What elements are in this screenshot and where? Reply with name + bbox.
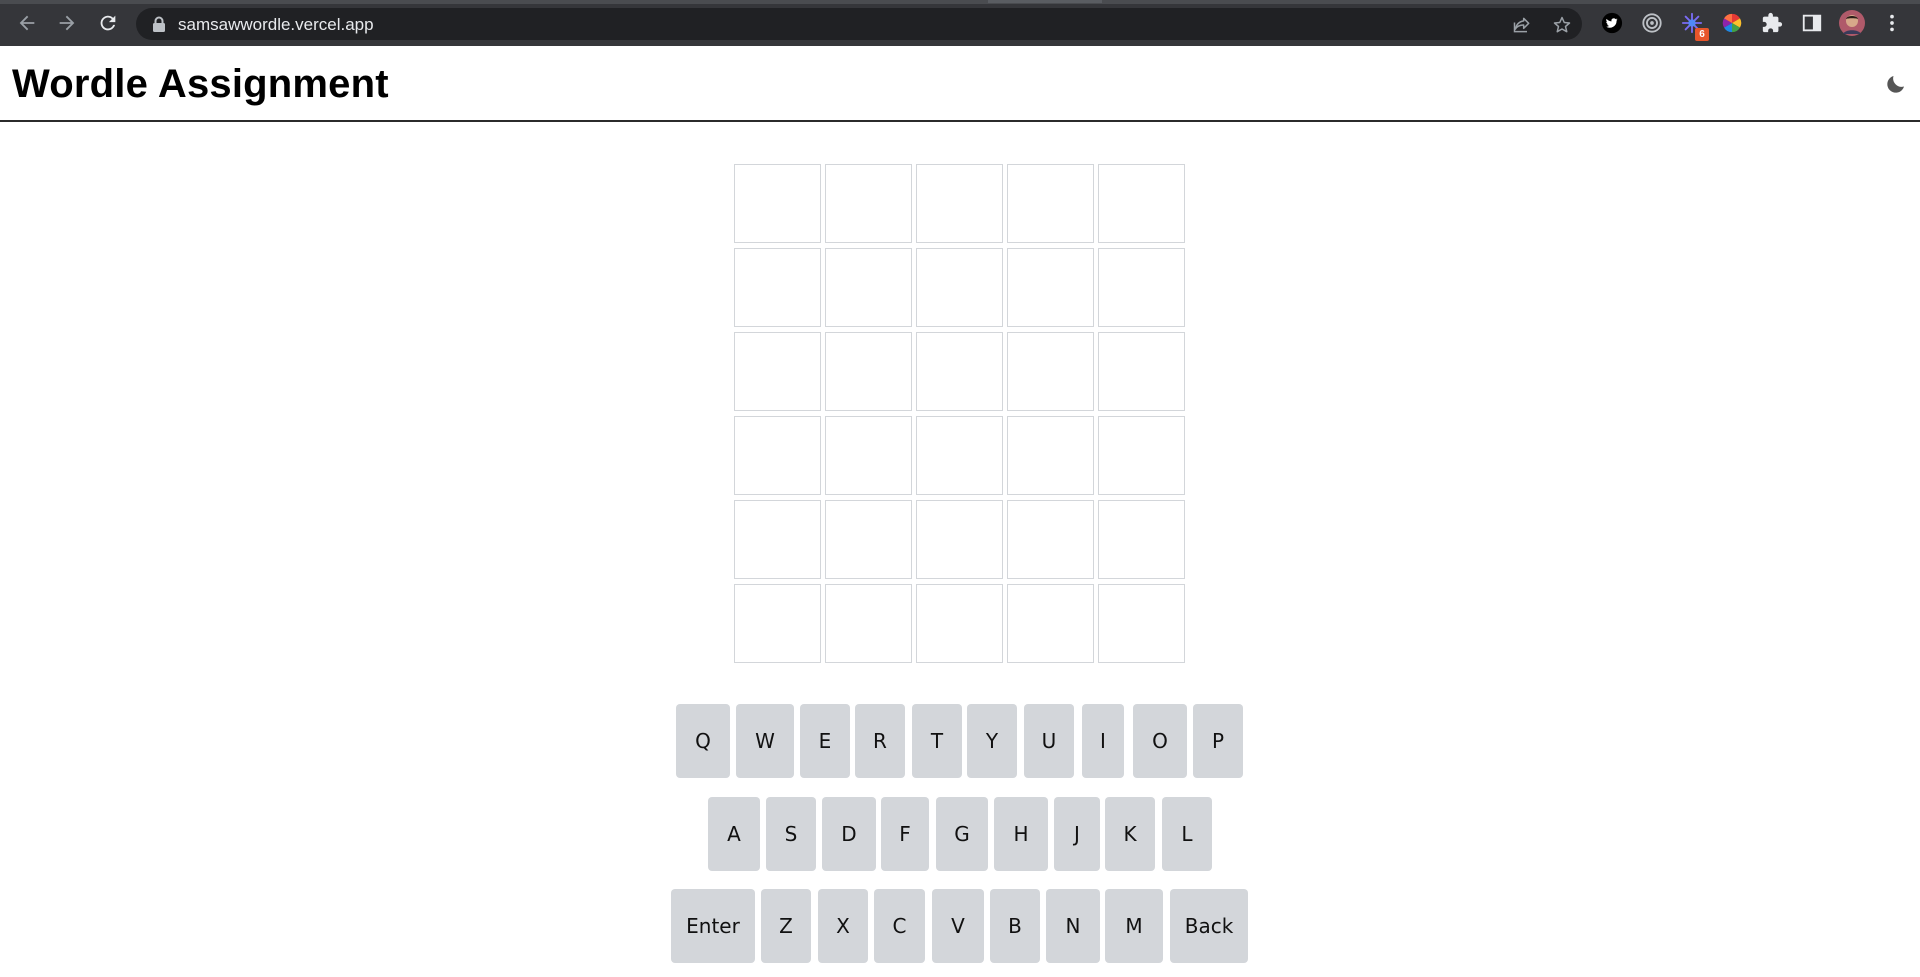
letter-tile [916,500,1003,579]
key-b[interactable]: B [990,889,1040,963]
letter-tile [1098,248,1185,327]
letter-tile [916,584,1003,663]
key-z[interactable]: Z [761,889,811,963]
star-icon[interactable] [1550,13,1574,37]
letter-tile [825,416,912,495]
key-o[interactable]: O [1133,704,1187,778]
twitter-icon[interactable] [1599,10,1625,36]
address-bar[interactable]: samsawwordle.vercel.app [136,8,1582,40]
letter-tile [825,500,912,579]
reload-icon [100,15,116,31]
letter-tile [1007,584,1094,663]
key-q[interactable]: Q [676,704,730,778]
url-text[interactable]: samsawwordle.vercel.app [178,15,374,35]
key-enter[interactable]: Enter [671,889,755,963]
letter-tile [734,332,821,411]
letter-tile [1098,416,1185,495]
reload-button[interactable] [92,8,124,38]
extension-badge: 6 [1695,28,1709,41]
key-s[interactable]: S [766,797,816,871]
letter-tile [1098,500,1185,579]
letter-tile [734,164,821,243]
key-n[interactable]: N [1046,889,1100,963]
key-r[interactable]: R [855,704,905,778]
letter-tile [734,584,821,663]
back-button[interactable] [11,8,43,38]
letter-tile [1007,164,1094,243]
app-header: Wordle Assignment [0,46,1920,122]
letter-tile [825,584,912,663]
letter-tile [1098,164,1185,243]
color-wheel-icon[interactable] [1719,10,1745,36]
side-panel-icon[interactable] [1799,10,1825,36]
key-i[interactable]: I [1082,704,1124,778]
letter-tile [1098,332,1185,411]
target-icon[interactable] [1639,10,1665,36]
key-y[interactable]: Y [967,704,1017,778]
key-back[interactable]: Back [1170,889,1248,963]
letter-tile [734,248,821,327]
key-c[interactable]: C [874,889,925,963]
tab-strip [0,0,1920,4]
share-icon[interactable] [1510,13,1534,37]
letter-tile [916,332,1003,411]
page-title: Wordle Assignment [12,62,389,106]
letter-tile [1007,248,1094,327]
key-h[interactable]: H [994,797,1048,871]
forward-button[interactable] [51,8,83,38]
letter-tile [1098,584,1185,663]
tab-indicator [988,0,1102,3]
letter-tile [916,416,1003,495]
key-t[interactable]: T [912,704,962,778]
key-f[interactable]: F [881,797,929,871]
letter-tile [1007,416,1094,495]
key-m[interactable]: M [1105,889,1163,963]
letter-tile [734,500,821,579]
key-k[interactable]: K [1105,797,1155,871]
letter-tile [916,164,1003,243]
theme-toggle-button[interactable] [1882,70,1910,98]
key-a[interactable]: A [708,797,760,871]
key-l[interactable]: L [1162,797,1212,871]
key-w[interactable]: W [736,704,794,778]
arrow-left-icon [19,15,35,31]
kebab-menu-icon[interactable] [1879,10,1905,36]
key-x[interactable]: X [818,889,868,963]
key-u[interactable]: U [1024,704,1074,778]
arrow-right-icon [59,15,75,31]
letter-tile [825,248,912,327]
key-v[interactable]: V [932,889,984,963]
key-g[interactable]: G [936,797,988,871]
letter-tile [1007,500,1094,579]
key-e[interactable]: E [800,704,850,778]
letter-tile [734,416,821,495]
avatar[interactable] [1839,10,1865,36]
letter-tile [916,248,1003,327]
letter-tile [1007,332,1094,411]
moon-icon [1887,76,1904,93]
key-p[interactable]: P [1193,704,1243,778]
puzzle-icon[interactable] [1759,10,1785,36]
letter-tile [825,332,912,411]
key-j[interactable]: J [1054,797,1100,871]
letter-tile [825,164,912,243]
browser-toolbar: samsawwordle.vercel.app 6 [0,0,1920,46]
key-d[interactable]: D [822,797,876,871]
lock-icon [153,16,165,32]
